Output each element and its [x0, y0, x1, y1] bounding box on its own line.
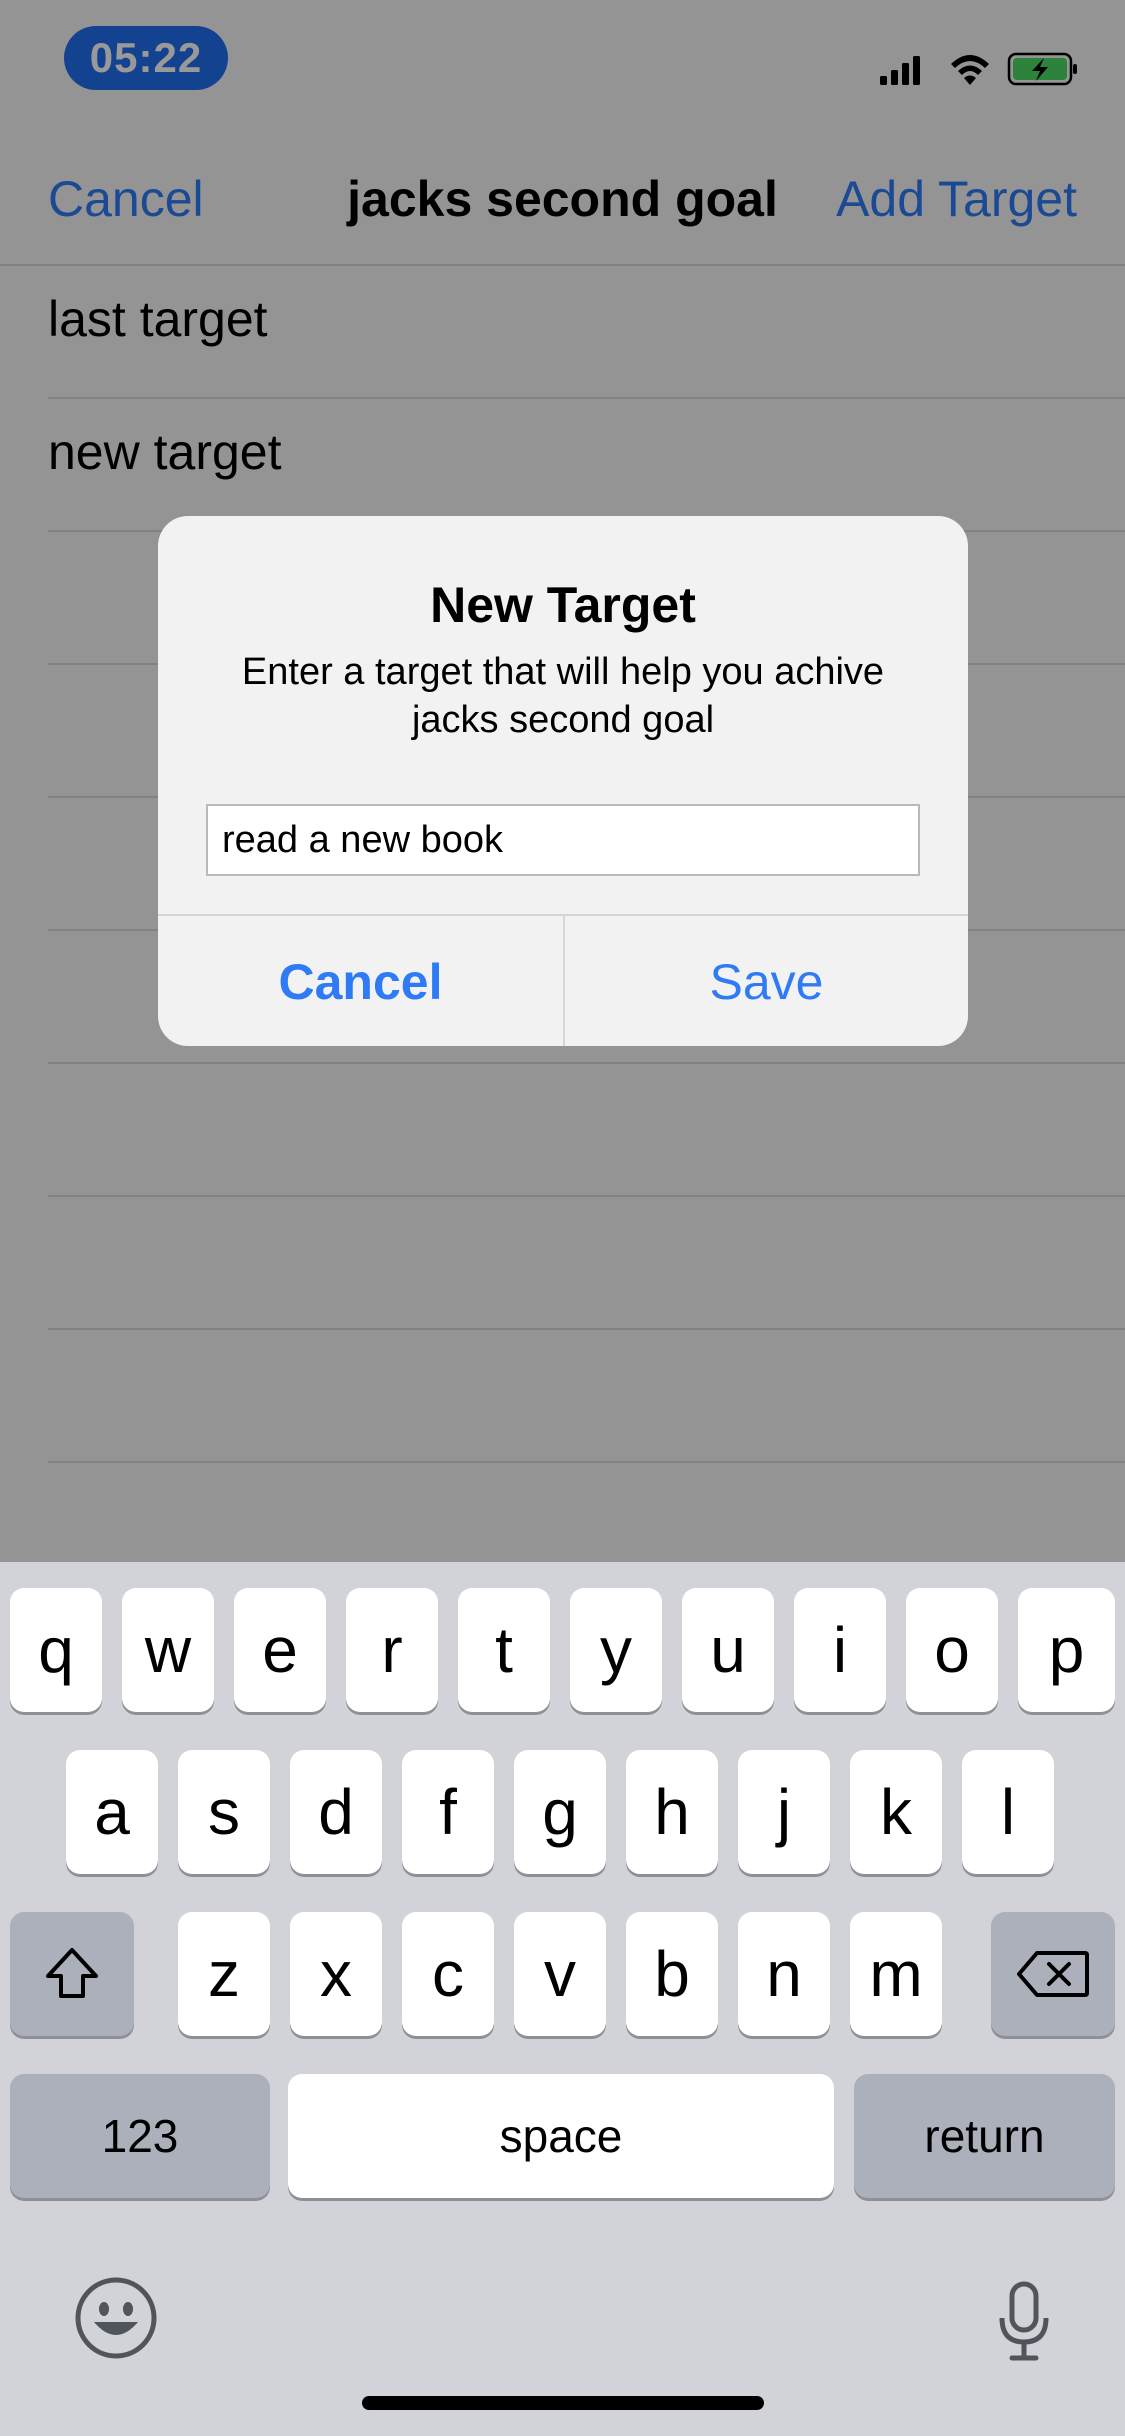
key-a[interactable]: a — [66, 1750, 158, 1874]
alert-cancel-button[interactable]: Cancel — [158, 916, 563, 1046]
key-z[interactable]: z — [178, 1912, 270, 2036]
key-o[interactable]: o — [906, 1588, 998, 1712]
key-n[interactable]: n — [738, 1912, 830, 2036]
key-i[interactable]: i — [794, 1588, 886, 1712]
key-j[interactable]: j — [738, 1750, 830, 1874]
key-c[interactable]: c — [402, 1912, 494, 2036]
numbers-key[interactable]: 123 — [10, 2074, 270, 2198]
emoji-button[interactable] — [74, 2276, 158, 2365]
key-t[interactable]: t — [458, 1588, 550, 1712]
key-u[interactable]: u — [682, 1588, 774, 1712]
key-w[interactable]: w — [122, 1588, 214, 1712]
key-q[interactable]: q — [10, 1588, 102, 1712]
new-target-alert: New Target Enter a target that will help… — [158, 516, 968, 1046]
shift-key[interactable] — [10, 1912, 134, 2036]
key-k[interactable]: k — [850, 1750, 942, 1874]
target-text-field[interactable]: read a new book — [206, 804, 920, 876]
key-d[interactable]: d — [290, 1750, 382, 1874]
delete-key[interactable] — [991, 1912, 1115, 2036]
key-p[interactable]: p — [1018, 1588, 1115, 1712]
emoji-icon — [75, 2277, 157, 2359]
dictation-button[interactable] — [994, 2280, 1054, 2369]
keyboard: q w e r t y u i o p a s d f g h j k l z … — [0, 1562, 1125, 2436]
key-x[interactable]: x — [290, 1912, 382, 2036]
backspace-icon — [1017, 1951, 1089, 1997]
home-indicator[interactable] — [362, 2396, 764, 2410]
alert-actions: Cancel Save — [158, 914, 968, 1046]
return-key[interactable]: return — [854, 2074, 1115, 2198]
key-s[interactable]: s — [178, 1750, 270, 1874]
alert-title: New Target — [430, 577, 696, 633]
key-e[interactable]: e — [234, 1588, 326, 1712]
key-l[interactable]: l — [962, 1750, 1054, 1874]
space-key[interactable]: space — [288, 2074, 834, 2198]
microphone-icon — [999, 2281, 1049, 2361]
key-h[interactable]: h — [626, 1750, 718, 1874]
key-v[interactable]: v — [514, 1912, 606, 2036]
key-g[interactable]: g — [514, 1750, 606, 1874]
alert-save-button[interactable]: Save — [563, 916, 968, 1046]
key-b[interactable]: b — [626, 1912, 718, 2036]
key-y[interactable]: y — [570, 1588, 662, 1712]
key-m[interactable]: m — [850, 1912, 942, 2036]
shift-icon — [46, 1948, 98, 1998]
key-r[interactable]: r — [346, 1588, 438, 1712]
alert-message: Enter a target that will help you achive… — [241, 651, 885, 741]
key-f[interactable]: f — [402, 1750, 494, 1874]
